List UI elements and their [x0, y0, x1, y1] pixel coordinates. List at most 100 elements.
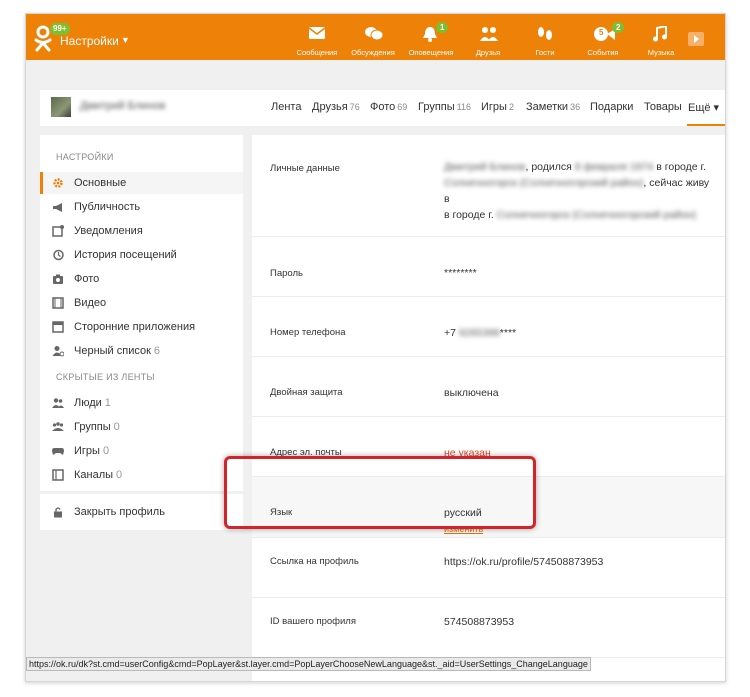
lock-icon: [54, 507, 62, 518]
settings-row-email[interactable]: Адрес эл. почты не указан: [252, 417, 725, 477]
sidebar-item-hidden-channels[interactable]: Каналы 0: [40, 464, 243, 486]
sidebar-item-count: 0: [102, 445, 110, 457]
gear-icon: [53, 178, 63, 188]
sidebar-heading-hidden: СКРЫТЫЕ ИЗ ЛЕНТЫ: [56, 372, 155, 382]
personal-data-value: Дмитрий Блинов, родился 8 февраля 1974 в…: [444, 159, 714, 223]
sidebar-item-label: Публичность: [74, 201, 141, 213]
nav-label: События: [587, 48, 619, 57]
events-inner-count: 5: [599, 28, 604, 37]
change-language-link[interactable]: изменить: [444, 521, 483, 537]
tab-label: Заметки: [526, 101, 569, 113]
sidebar-item-text: Игры: [74, 445, 100, 457]
sidebar-item-hidden-people[interactable]: Люди 1: [40, 392, 243, 414]
sidebar-item-label: Уведомления: [74, 225, 143, 237]
tab-count: 2: [508, 102, 514, 112]
settings-row-two-factor[interactable]: Двойная защита выключена: [252, 357, 725, 417]
profile-name-link[interactable]: Дмитрий Блинов: [80, 100, 165, 112]
profile-link-value[interactable]: https://ok.ru/profile/574508873953: [444, 554, 603, 570]
sidebar-item-general[interactable]: Основные: [40, 172, 243, 194]
row-label: Номер телефона: [270, 327, 346, 338]
email-value: не указан: [444, 447, 491, 459]
groups-icon: [52, 422, 64, 431]
nav-guests[interactable]: Гости: [520, 16, 570, 60]
tab-feed[interactable]: Лента: [271, 101, 301, 113]
ok-logo-icon[interactable]: 99+: [32, 22, 71, 54]
sidebar-item-label: Фото: [74, 273, 100, 285]
sidebar-item-third-party-apps[interactable]: Сторонние приложения: [40, 316, 243, 338]
tab-games[interactable]: Игры 2: [481, 101, 514, 113]
settings-row-language[interactable]: Язык русский изменить: [252, 477, 725, 538]
notification-badge: 1: [436, 22, 449, 33]
music-note-icon: [653, 26, 667, 42]
settings-row-password[interactable]: Пароль ********: [252, 237, 725, 297]
nav-events[interactable]: 5 2 События: [578, 16, 628, 60]
tab-notes[interactable]: Заметки 36: [526, 101, 580, 113]
close-profile-link[interactable]: Закрыть профиль: [40, 501, 243, 523]
sidebar-item-notifications[interactable]: Уведомления: [40, 220, 243, 242]
sidebar-item-text: Группы: [74, 421, 111, 433]
camera-icon: [53, 274, 63, 284]
nav-label: Гости: [535, 48, 555, 57]
history-icon: [53, 249, 64, 261]
sidebar-item-history[interactable]: История посещений: [40, 244, 243, 266]
sidebar-item-text: Черный список: [74, 345, 151, 357]
value-text: , родился: [525, 161, 575, 173]
sidebar-item-hidden-groups[interactable]: Группы 0: [40, 416, 243, 438]
tab-more[interactable]: Ещё ▾: [688, 101, 719, 114]
chevron-down-icon[interactable]: ▼: [121, 35, 130, 45]
video-icon: [52, 297, 64, 309]
profile-navigation: Дмитрий Блинов Лента Друзья 76 Фото 69 Гру…: [40, 90, 725, 126]
sidebar-item-hidden-games[interactable]: Игры 0: [40, 440, 243, 462]
two-factor-value: выключена: [444, 387, 499, 399]
nav-label: Друзья: [475, 48, 501, 57]
page-title[interactable]: Настройки: [60, 34, 119, 48]
friends-icon: [480, 27, 498, 41]
tab-friends[interactable]: Друзья 76: [312, 101, 360, 113]
music-play-button[interactable]: [688, 32, 704, 46]
row-label: Пароль: [270, 268, 303, 279]
sidebar-item-label: Сторонние приложения: [74, 321, 196, 333]
notification-icon: [52, 225, 64, 237]
row-label: ID вашего профиля: [270, 616, 356, 627]
value-text: +7: [444, 327, 459, 339]
nav-notifications[interactable]: 1 Оповещения: [406, 16, 456, 60]
settings-row-phone[interactable]: Номер телефона +7 9265399****: [252, 297, 725, 357]
browser-status-bar: https://ok.ru/dk?st.cmd=userConfig&cmd=P…: [26, 657, 591, 671]
sidebar-item-video[interactable]: Видео: [40, 292, 243, 314]
avatar[interactable]: [51, 97, 71, 117]
nav-messages[interactable]: Сообщения: [292, 16, 342, 60]
close-profile-panel: Закрыть профиль: [40, 494, 243, 530]
nav-friends[interactable]: Друзья: [463, 16, 513, 60]
value-text: в городе г.: [444, 209, 497, 221]
sidebar-item-label: История посещений: [74, 249, 177, 261]
sidebar-item-label: Группы 0: [74, 421, 120, 433]
settings-row-profile-id[interactable]: ID вашего профиля 574508873953: [252, 598, 725, 658]
sidebar-item-blacklist[interactable]: Черный список 6: [40, 340, 243, 362]
row-label: Двойная защита: [270, 387, 343, 398]
play-icon: [694, 35, 699, 43]
sidebar-item-label: Каналы 0: [74, 469, 122, 481]
settings-row-profile-link[interactable]: Ссылка на профиль https://ok.ru/profile/…: [252, 538, 725, 598]
row-label: Ссылка на профиль: [270, 556, 359, 567]
sidebar-item-label: Видео: [74, 297, 107, 309]
nav-label: Оповещения: [408, 48, 454, 57]
sidebar-item-photo[interactable]: Фото: [40, 268, 243, 290]
top-toolbar: 99+ Настройки ▼ Сообщения Обсуждения 1 О…: [26, 14, 725, 60]
phone-hidden-digits: 9265399: [458, 327, 500, 339]
tab-groups[interactable]: Группы 116: [418, 101, 471, 113]
settings-row-personal[interactable]: Личные данные Дмитрий Блинов, родился 8 …: [252, 135, 725, 237]
tab-photos[interactable]: Фото 69: [370, 101, 407, 113]
tab-count: 76: [349, 102, 360, 112]
nav-discussions[interactable]: Обсуждения: [348, 16, 398, 60]
tab-label: Друзья: [312, 101, 348, 113]
sidebar-item-label: Основные: [74, 177, 127, 189]
tab-gifts[interactable]: Подарки: [590, 101, 633, 113]
tab-goods[interactable]: Товары: [644, 101, 682, 113]
phone-value: +7 9265399****: [444, 325, 516, 341]
birth-city: Солнечногорск (Солнечногорский район): [444, 177, 644, 189]
nav-music[interactable]: Музыка: [636, 16, 686, 60]
sidebar-item-publicity[interactable]: Публичность: [40, 196, 243, 218]
tab-label: Подарки: [590, 101, 634, 113]
nav-label: Обсуждения: [351, 48, 395, 57]
user-name: Дмитрий Блинов: [444, 161, 526, 173]
